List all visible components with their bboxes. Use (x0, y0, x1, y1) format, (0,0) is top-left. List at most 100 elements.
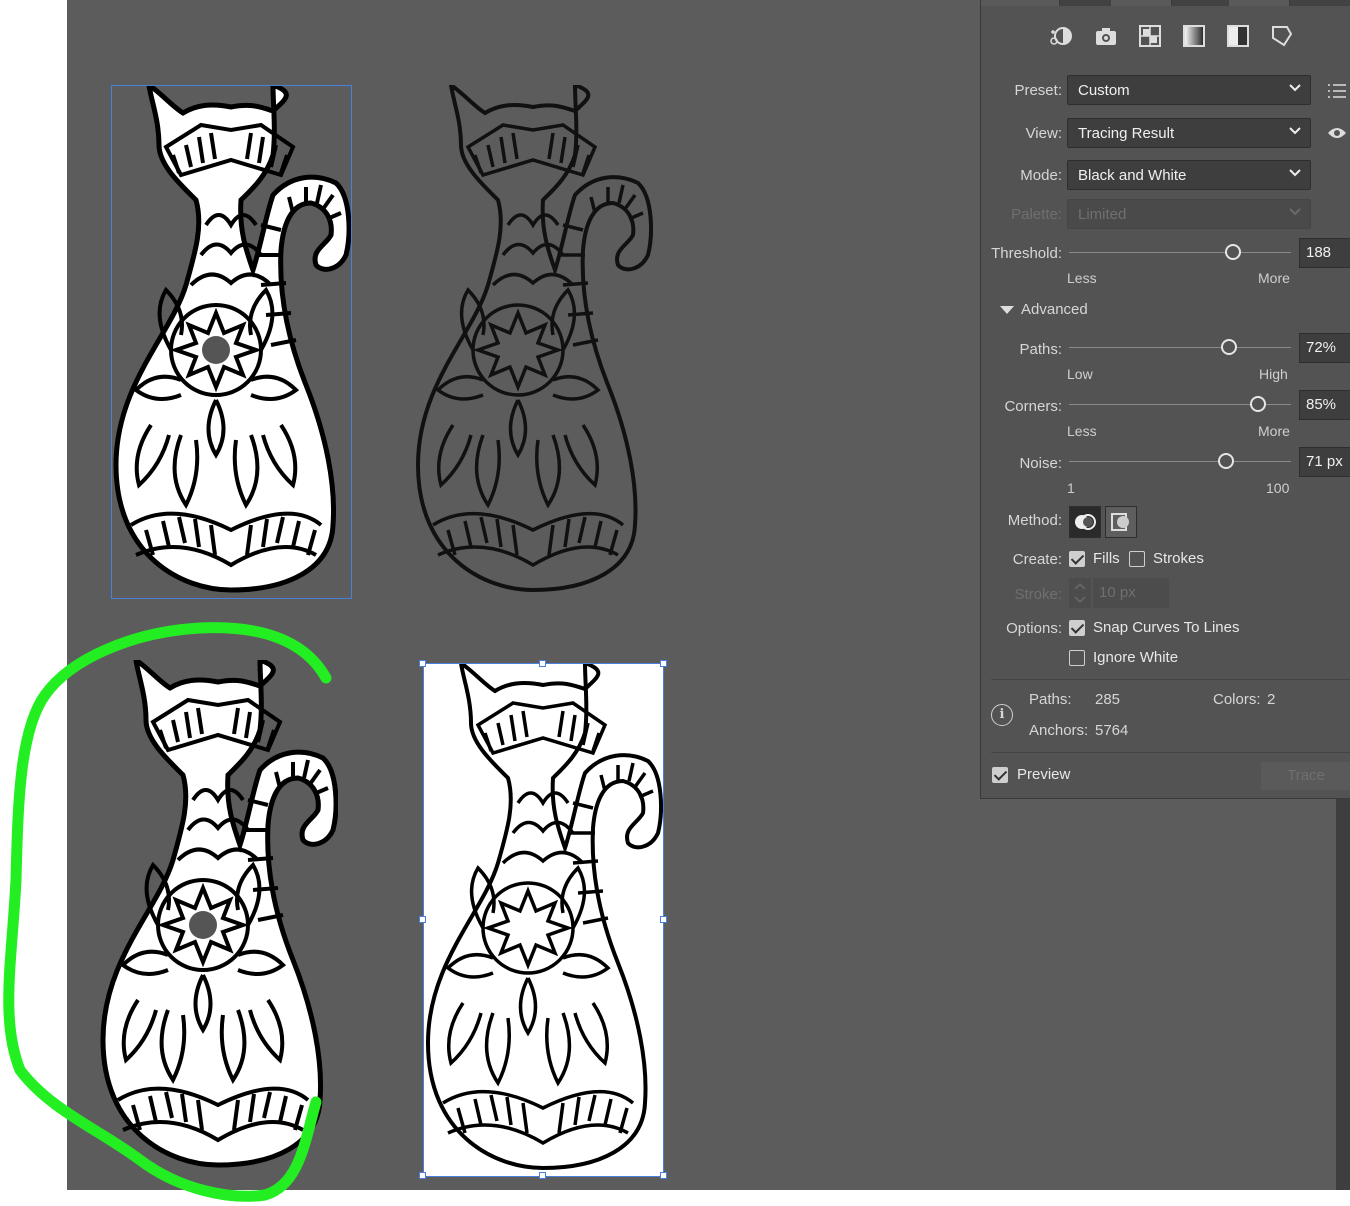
mode-dropdown[interactable]: Black and White (1067, 160, 1311, 190)
noise-slider[interactable] (1069, 453, 1291, 469)
stats-anchors-label: Anchors: (1029, 722, 1089, 739)
noise-value-field[interactable]: 71 px (1299, 447, 1350, 477)
preview-checkbox[interactable] (992, 767, 1008, 783)
strokes-checkbox[interactable] (1129, 551, 1145, 567)
preset-label: Preset: (1014, 82, 1062, 99)
stroke-stepper (1069, 578, 1091, 608)
cat-artwork-white-fill[interactable] (98, 660, 338, 1174)
preview-label: Preview (1017, 766, 1071, 783)
preset-dropdown[interactable]: Custom (1067, 75, 1311, 105)
panel-tab[interactable] (981, 0, 1060, 6)
low-color-icon[interactable] (1135, 22, 1165, 50)
selection-handle[interactable] (660, 1172, 667, 1179)
selection-handle[interactable] (419, 1172, 426, 1179)
method-overlapping-button[interactable] (1105, 506, 1137, 538)
paths-label: Paths: (1019, 341, 1062, 358)
method-abutting-button[interactable] (1069, 506, 1101, 538)
selection-handle[interactable] (539, 1172, 546, 1179)
stats-paths-value: 285 (1095, 691, 1121, 708)
paths-high-label: High (1259, 366, 1288, 382)
palette-value: Limited (1078, 206, 1127, 223)
chevron-down-icon (1289, 84, 1301, 92)
threshold-value-field[interactable]: 188 (1299, 238, 1350, 268)
view-label: View: (1025, 125, 1062, 142)
create-label: Create: (1012, 551, 1062, 568)
snap-curves-checkbox[interactable] (1069, 620, 1085, 636)
palette-dropdown: Limited (1067, 199, 1311, 229)
paths-value-field[interactable]: 72% (1299, 333, 1350, 363)
paths-slider[interactable] (1069, 339, 1291, 355)
selection-handle[interactable] (660, 660, 667, 667)
grayscale-icon[interactable] (1179, 22, 1209, 50)
mode-value: Black and White (1078, 167, 1187, 184)
high-color-icon[interactable] (1091, 22, 1121, 50)
chevron-down-icon (1289, 208, 1301, 216)
panel-tab[interactable] (1229, 0, 1290, 6)
selection-handle[interactable] (660, 916, 667, 923)
triangle-down-icon (1000, 306, 1014, 314)
corners-low-label: Less (1067, 423, 1097, 439)
divider (991, 752, 1350, 753)
abutting-icon (1075, 514, 1096, 530)
palette-label: Palette: (1011, 206, 1062, 223)
paths-slider-knob[interactable] (1220, 339, 1237, 355)
advanced-toggle[interactable]: Advanced (999, 301, 1088, 320)
advanced-label: Advanced (1021, 301, 1088, 318)
ignore-white-label: Ignore White (1093, 649, 1179, 666)
threshold-low-label: Less (1067, 270, 1097, 286)
auto-color-icon[interactable] (1047, 22, 1077, 50)
corners-value-field[interactable]: 85% (1299, 390, 1350, 420)
chevron-down-icon (1289, 169, 1301, 177)
trace-button: Trace (1261, 762, 1350, 790)
method-label: Method: (1007, 512, 1062, 529)
noise-slider-knob[interactable] (1217, 453, 1234, 469)
stepper-arrows-icon (1074, 582, 1086, 604)
corners-high-label: More (1258, 423, 1290, 439)
fills-label: Fills (1093, 550, 1120, 567)
view-value: Tracing Result (1078, 125, 1175, 142)
selection-bounding-box (111, 85, 352, 599)
image-trace-panel: Preset: Custom View: Tracing Result Mode… (980, 0, 1350, 799)
stats-paths-label: Paths: (1029, 691, 1072, 708)
noise-label: Noise: (1019, 455, 1062, 472)
stats-anchors-value: 5764 (1095, 722, 1129, 739)
paths-low-label: Low (1067, 366, 1093, 382)
panel-tab-strip (981, 0, 1350, 6)
threshold-slider[interactable] (1069, 244, 1291, 260)
selection-handle[interactable] (419, 660, 426, 667)
cat-artwork-outline[interactable] (413, 85, 653, 599)
selection-bounding-box-2 (423, 663, 664, 1177)
corners-slider-knob[interactable] (1249, 396, 1266, 412)
noise-low-label: 1 (1067, 480, 1075, 496)
options-label: Options: (1006, 620, 1062, 637)
ignore-white-checkbox[interactable] (1069, 650, 1085, 666)
strokes-label: Strokes (1153, 550, 1204, 567)
outline-icon[interactable] (1267, 22, 1297, 50)
threshold-high-label: More (1258, 270, 1290, 286)
eye-icon[interactable] (1327, 126, 1347, 144)
stats-colors-label: Colors: (1213, 691, 1261, 708)
fills-checkbox[interactable] (1069, 551, 1085, 567)
stats-colors-value: 2 (1267, 691, 1276, 708)
info-icon[interactable]: i (991, 704, 1013, 726)
noise-high-label: 100 (1266, 480, 1290, 496)
corners-slider[interactable] (1069, 396, 1291, 412)
selection-handle[interactable] (419, 916, 426, 923)
chevron-down-icon (1289, 127, 1301, 135)
overlapping-icon (1111, 513, 1129, 531)
threshold-label: Threshold: (991, 245, 1062, 262)
threshold-slider-knob[interactable] (1224, 244, 1241, 260)
stroke-value-field: 10 px (1093, 578, 1169, 608)
selection-handle[interactable] (539, 660, 546, 667)
mode-label: Mode: (1020, 167, 1062, 184)
view-dropdown[interactable]: Tracing Result (1067, 118, 1311, 148)
preset-value: Custom (1078, 82, 1130, 99)
snap-curves-label: Snap Curves To Lines (1093, 619, 1240, 636)
preset-options-icon[interactable] (1327, 83, 1347, 103)
corners-label: Corners: (1004, 398, 1062, 415)
panel-tab[interactable] (1111, 0, 1172, 6)
preset-icon-bar (1047, 22, 1297, 50)
stroke-label: Stroke: (1014, 586, 1062, 603)
scrollbar-track[interactable] (1336, 798, 1350, 1190)
black-white-icon[interactable] (1223, 22, 1253, 50)
